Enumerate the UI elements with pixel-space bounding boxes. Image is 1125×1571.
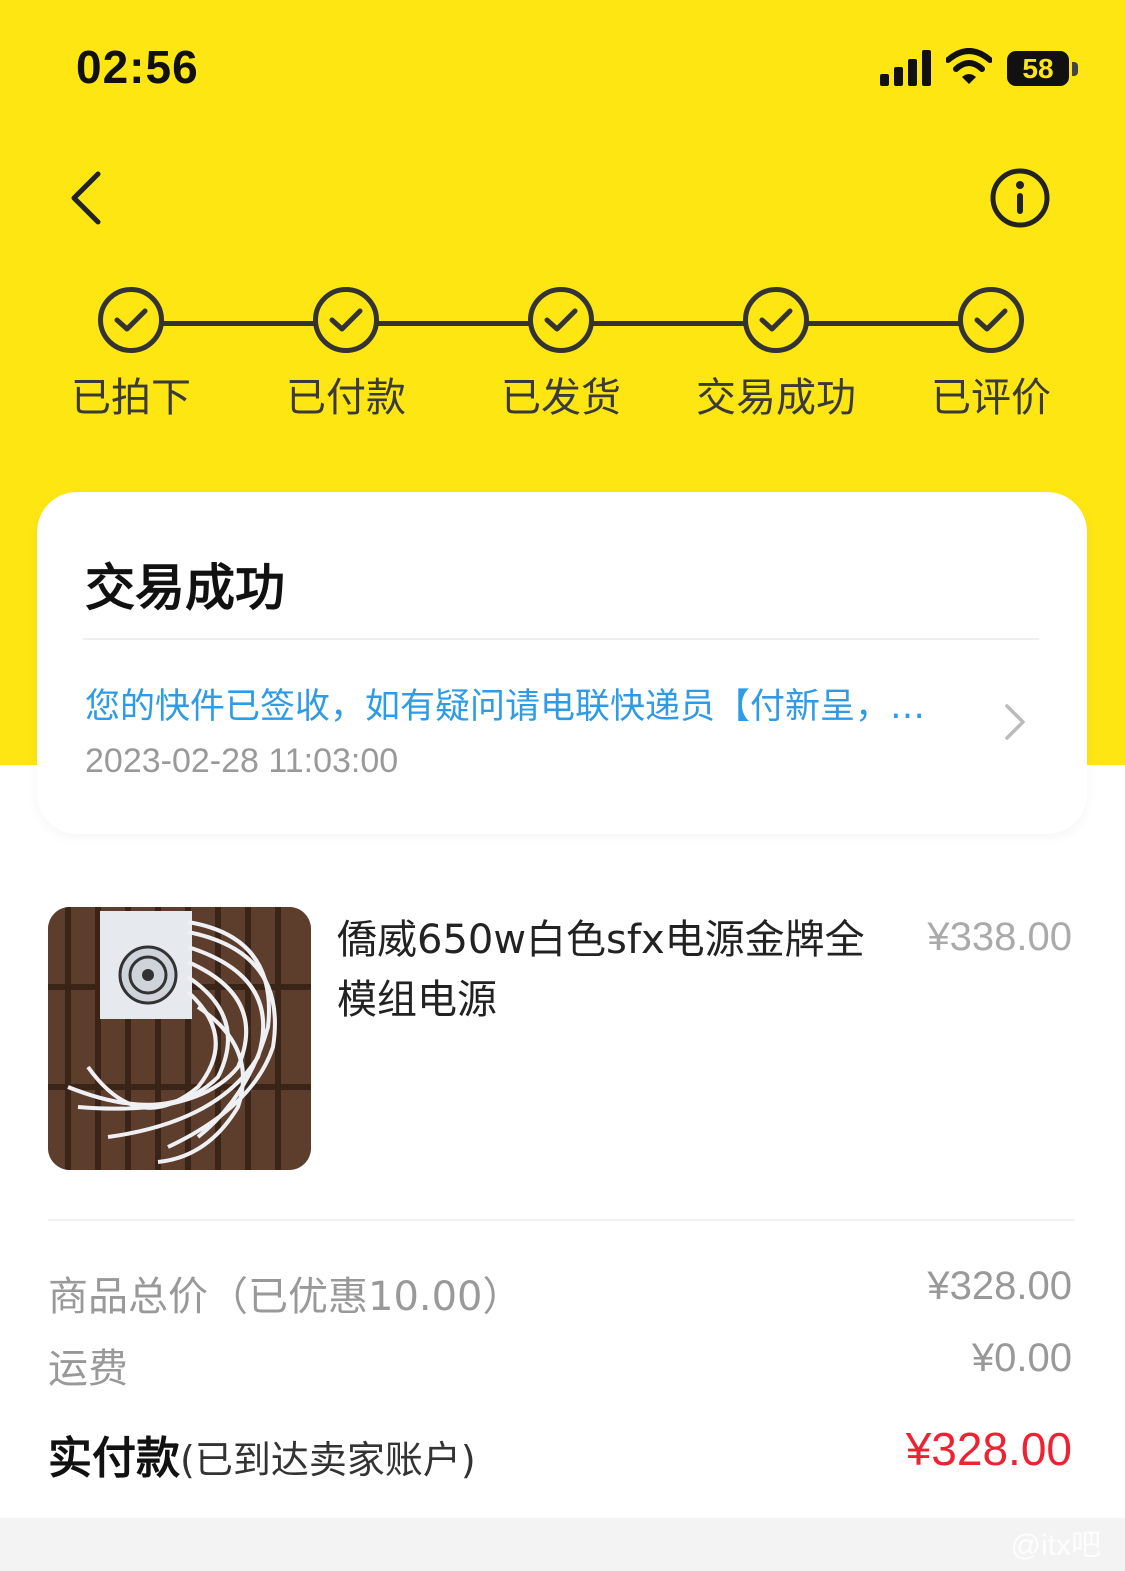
- status-time: 02:56: [76, 41, 199, 93]
- shipping-label: 运费: [48, 1346, 128, 1392]
- step-label: 已付款: [286, 375, 406, 421]
- check-icon: [98, 287, 164, 353]
- product-price: ¥338.00: [927, 915, 1072, 959]
- logistics-time: 2023-02-28 11:03:00: [85, 742, 399, 780]
- chevron-right-icon[interactable]: [1001, 700, 1029, 744]
- check-icon: [743, 287, 809, 353]
- step-label: 已拍下: [71, 375, 191, 421]
- divider: [48, 1219, 1075, 1221]
- paid-note: (已到达卖家账户): [180, 1438, 476, 1482]
- product-title[interactable]: 僑威650w白色sfx电源金牌全模组电源: [337, 910, 877, 1030]
- back-icon[interactable]: [62, 168, 110, 228]
- check-icon: [528, 287, 594, 353]
- step-label: 已评价: [931, 375, 1051, 421]
- step-label: 交易成功: [696, 375, 856, 421]
- goods-total-label: 商品总价（已优惠10.00）: [48, 1274, 523, 1320]
- step-label: 已发货: [501, 375, 621, 421]
- paid-label-text: 实付款: [48, 1433, 180, 1484]
- order-status-title: 交易成功: [85, 559, 285, 617]
- info-icon[interactable]: [988, 166, 1052, 230]
- paid-amount-label: 实付款(已到达卖家账户): [48, 1422, 476, 1486]
- step-ordered: 已拍下: [41, 287, 221, 423]
- check-icon: [313, 287, 379, 353]
- watermark: @itx吧: [1010, 1529, 1101, 1562]
- wifi-icon: [946, 48, 992, 84]
- step-paid: 已付款: [256, 287, 436, 423]
- step-shipped: 已发货: [471, 287, 651, 423]
- order-status-card: 交易成功 您的快件已签收，如有疑问请电联快递员【付新呈，… 2023-02-28…: [37, 492, 1087, 834]
- check-icon: [958, 287, 1024, 353]
- logistics-message-link[interactable]: 您的快件已签收，如有疑问请电联快递员【付新呈，…: [85, 678, 955, 729]
- step-completed: 交易成功: [686, 287, 866, 423]
- shipping-value: ¥0.00: [971, 1336, 1072, 1380]
- step-reviewed: 已评价: [901, 287, 1081, 423]
- signal-icon: [880, 50, 931, 86]
- battery-icon: 58: [1007, 51, 1069, 86]
- paid-amount-value: ¥328.00: [905, 1423, 1072, 1475]
- bottom-bar: [0, 1518, 1125, 1571]
- divider: [83, 638, 1039, 640]
- battery-cap: [1072, 62, 1078, 76]
- goods-total-value: ¥328.00: [927, 1264, 1072, 1308]
- product-image[interactable]: [48, 907, 311, 1170]
